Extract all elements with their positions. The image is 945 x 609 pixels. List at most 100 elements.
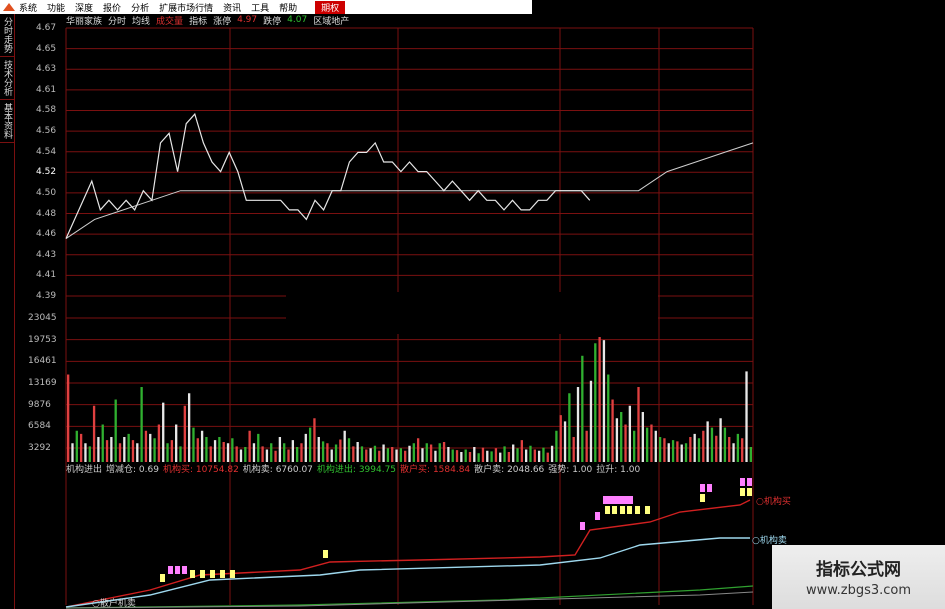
volume-bar bbox=[637, 387, 640, 462]
volume-bar bbox=[447, 447, 450, 462]
volume-bar bbox=[257, 433, 260, 462]
volume-bar bbox=[248, 430, 251, 462]
watermark-url: www.zbgs3.com bbox=[805, 583, 912, 598]
volume-bar bbox=[347, 438, 351, 462]
signal-marker bbox=[190, 570, 195, 578]
volume-bar bbox=[607, 374, 610, 462]
volume-bar bbox=[654, 430, 657, 462]
volume-bar bbox=[663, 438, 666, 462]
volume-bar bbox=[464, 449, 467, 462]
volume-bar bbox=[421, 448, 424, 462]
stats-bar: 机构进出 增减仓: 0.69 机构买: 10754.82 机构卖: 6760.07 机构… bbox=[66, 462, 641, 475]
volume-tick-label: 9876 bbox=[28, 399, 51, 410]
volume-bar bbox=[231, 438, 234, 462]
volume-bar bbox=[732, 443, 735, 462]
volume-bar bbox=[162, 402, 165, 462]
volume-bar bbox=[205, 437, 208, 462]
signal-marker bbox=[200, 570, 205, 578]
price-tick-label: 4.46 bbox=[36, 229, 57, 240]
volume-bar bbox=[594, 343, 597, 462]
volume-bar bbox=[404, 450, 407, 462]
volume-bar bbox=[179, 446, 182, 462]
watermark: 指标公式网 www.zbgs3.com bbox=[772, 545, 945, 609]
volume-bar bbox=[680, 444, 683, 462]
volume-bar bbox=[434, 450, 437, 462]
volume-bar bbox=[399, 448, 403, 462]
inst-buy-legend: ○机构买 bbox=[756, 495, 791, 507]
volume-bar bbox=[486, 450, 489, 462]
volume-bar bbox=[568, 393, 571, 462]
chart-canvas: ○机构买○机构卖○散户机卖 bbox=[65, 27, 791, 609]
volume-bar bbox=[226, 443, 230, 462]
signal-marker bbox=[623, 496, 628, 504]
volume-bar bbox=[460, 452, 463, 462]
volume-bar bbox=[520, 440, 523, 462]
volume-bar bbox=[79, 433, 83, 462]
volume-bar bbox=[313, 418, 316, 462]
mask-block bbox=[286, 292, 658, 334]
retail-legend: ○散户机卖 bbox=[92, 597, 136, 609]
volume-bar bbox=[71, 443, 74, 462]
volume-bar bbox=[270, 443, 273, 462]
volume-bar bbox=[468, 452, 472, 462]
volume-bar bbox=[693, 433, 696, 462]
volume-bar bbox=[481, 447, 485, 462]
volume-bar bbox=[304, 433, 307, 462]
signal-marker bbox=[612, 506, 617, 514]
volume-bar bbox=[602, 340, 606, 462]
volume-bar bbox=[352, 446, 355, 462]
volume-bar bbox=[209, 446, 212, 462]
signal-marker bbox=[160, 574, 165, 582]
stat-6: 散户卖: 2048.66 bbox=[474, 464, 545, 475]
signal-marker bbox=[707, 484, 712, 492]
volume-bar bbox=[624, 424, 627, 462]
signal-marker bbox=[635, 506, 640, 514]
volume-bar bbox=[291, 440, 294, 462]
volume-bar bbox=[650, 424, 653, 462]
volume-bar bbox=[136, 443, 139, 462]
volume-bar bbox=[105, 440, 109, 462]
stat-8: 拉升: 1.00 bbox=[596, 464, 641, 475]
volume-bar bbox=[144, 430, 148, 462]
volume-bar bbox=[537, 450, 541, 462]
signal-marker bbox=[182, 566, 187, 574]
volume-bar bbox=[239, 449, 243, 462]
volume-tick-label: 16461 bbox=[28, 356, 57, 367]
volume-bar bbox=[416, 438, 420, 462]
volume-bar bbox=[84, 443, 87, 462]
volume-bar bbox=[278, 437, 282, 462]
volume-bar bbox=[287, 449, 290, 462]
volume-bar bbox=[723, 427, 727, 462]
price-tick-label: 4.39 bbox=[36, 291, 57, 301]
stat-5: 散户买: 1584.84 bbox=[400, 464, 471, 475]
signal-marker bbox=[168, 566, 173, 574]
volume-bar bbox=[516, 448, 519, 462]
volume-bar bbox=[615, 418, 619, 462]
volume-bar bbox=[645, 427, 649, 462]
signal-marker bbox=[740, 478, 745, 486]
volume-bar bbox=[218, 437, 221, 462]
price-tick-label: 4.48 bbox=[36, 208, 57, 219]
volume-bar bbox=[321, 441, 325, 462]
volume-tick-label: 19753 bbox=[28, 334, 57, 345]
signal-marker bbox=[628, 496, 633, 504]
volume-tick-label: 3292 bbox=[28, 443, 51, 453]
volume-bar bbox=[75, 430, 78, 462]
volume-bar bbox=[572, 437, 575, 462]
signal-marker bbox=[605, 506, 610, 514]
volume-bar bbox=[196, 438, 199, 462]
volume-bar bbox=[378, 450, 381, 462]
signal-marker bbox=[613, 496, 618, 504]
volume-bar bbox=[283, 443, 286, 462]
volume-bar bbox=[244, 447, 247, 462]
volume-bar bbox=[123, 437, 126, 462]
volume-bar bbox=[745, 371, 748, 462]
volume-bar bbox=[140, 387, 143, 462]
volume-bar bbox=[697, 438, 701, 462]
volume-bar bbox=[175, 424, 178, 462]
volume-bar bbox=[408, 445, 411, 462]
volume-bar bbox=[710, 427, 714, 462]
volume-bar bbox=[533, 449, 536, 462]
volume-bar bbox=[473, 447, 476, 462]
price-tick-label: 4.54 bbox=[36, 146, 57, 157]
